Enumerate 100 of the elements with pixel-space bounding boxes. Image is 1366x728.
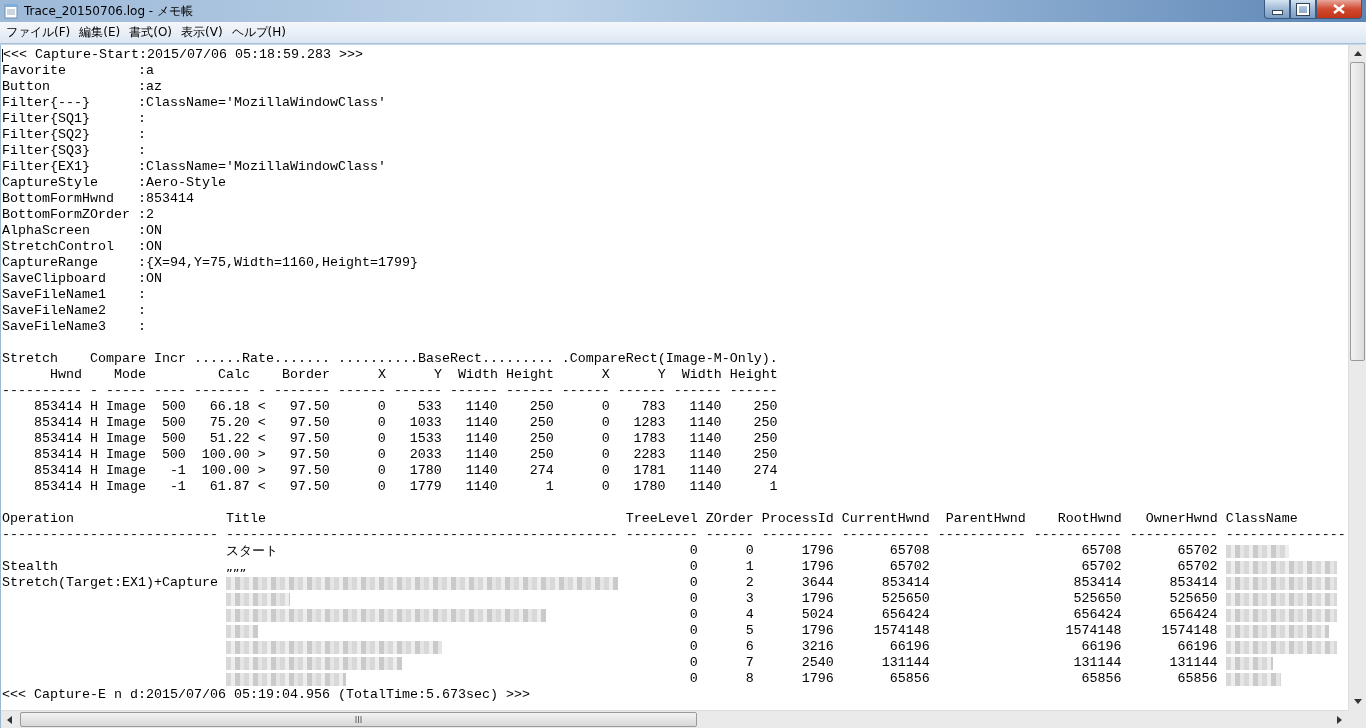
table-cell: 131144 xyxy=(1073,655,1122,671)
setting-value: :ClassName='MozillaWindowClass' xyxy=(137,159,386,175)
table-cell: < xyxy=(257,479,266,495)
table-cell: 65708 xyxy=(889,543,930,559)
table-cell-text: 0 xyxy=(600,415,610,431)
table-cell-text: 97.50 xyxy=(288,447,330,463)
table-cell: 65856 xyxy=(889,671,930,687)
horizontal-scrollbar[interactable] xyxy=(1,710,1348,728)
table-cell-text: 51.22 xyxy=(208,431,250,447)
table-cell-text: 100.00 xyxy=(200,447,250,463)
table-cell: H xyxy=(89,431,98,447)
table-cell: 0 xyxy=(745,543,754,559)
vertical-scrollbar[interactable] xyxy=(1348,45,1366,710)
table-cell-text: 1140 xyxy=(688,399,722,415)
table-cell-text: 0 xyxy=(600,431,610,447)
setting-value: : xyxy=(137,287,146,303)
setting-value: :ON xyxy=(137,239,162,255)
setting-key: BottomFormZOrder xyxy=(2,207,138,223)
table-cell-text: 1780 xyxy=(408,463,442,479)
table-cell-text: 1779 xyxy=(408,479,442,495)
table-cell: 8 xyxy=(745,671,754,687)
table-cell-text: 1781 xyxy=(632,463,666,479)
table-cell: H xyxy=(89,415,98,431)
table-cell: 1574148 xyxy=(873,623,930,639)
setting-key: Filter{EX1} xyxy=(2,159,138,175)
table-cell-text: 0 xyxy=(376,479,386,495)
table-cell: H xyxy=(89,447,98,463)
table-cell: 0 xyxy=(689,575,698,591)
table-cell: 1796 xyxy=(801,559,834,575)
close-icon xyxy=(1333,4,1345,14)
table-cell: 0 xyxy=(689,671,698,687)
table-cell-text: 97.50 xyxy=(288,463,330,479)
table-cell-text: 100.00 xyxy=(200,463,250,479)
table-cell: < xyxy=(257,415,266,431)
table-cell: 853414 xyxy=(1073,575,1122,591)
table-header-line: Operation Title TreeLevel ZOrder ProcessId CurrentHwnd ParentHwnd RootHwnd OwnerHwnd ClassName xyxy=(2,511,1298,527)
setting-value: : xyxy=(137,111,146,127)
table-cell: 3644 xyxy=(801,575,834,591)
table-cell: 131144 xyxy=(881,655,930,671)
table-cell-text: 250 xyxy=(752,431,778,447)
menu-item[interactable]: 書式(O) xyxy=(126,24,179,41)
table-cell: 1796 xyxy=(801,591,834,607)
setting-value: : xyxy=(137,143,146,159)
setting-key: SaveClipboard xyxy=(2,271,138,287)
table-cell-text: 1140 xyxy=(688,431,722,447)
table-cell: 656424 xyxy=(881,607,930,623)
maximize-button[interactable] xyxy=(1290,0,1316,19)
menu-item[interactable]: ヘルプ(H) xyxy=(228,24,292,41)
table-cell-text: 274 xyxy=(528,463,554,479)
table-cell-text: 0 xyxy=(376,463,386,479)
table-cell-text: 66.18 xyxy=(208,399,250,415)
table-cell: Image xyxy=(105,399,146,415)
table-cell: 1796 xyxy=(801,671,834,687)
minimize-button[interactable] xyxy=(1264,0,1290,19)
setting-key: BottomFormHwnd xyxy=(2,191,138,207)
setting-key: Filter{SQ3} xyxy=(2,143,138,159)
table-cell-text: 250 xyxy=(752,415,778,431)
table-cell-text: 0 xyxy=(376,431,386,447)
menu-item[interactable]: ファイル(F) xyxy=(3,24,77,41)
table-cell-text: -1 xyxy=(168,479,186,495)
table-cell: 656424 xyxy=(1073,607,1122,623)
table-cell-text: 0 xyxy=(376,447,386,463)
window-title: Trace_20150706.log - メモ帳 xyxy=(24,2,193,20)
table-cell-text: 2283 xyxy=(632,447,666,463)
scroll-thumb[interactable] xyxy=(1350,62,1365,361)
setting-value: :ClassName='MozillaWindowClass' xyxy=(137,95,386,111)
table-cell: < xyxy=(257,399,266,415)
table-cell: 66196 xyxy=(1177,639,1218,655)
setting-value: :853414 xyxy=(137,191,194,207)
table-cell-text: 1140 xyxy=(464,447,498,463)
table-cell-text: 250 xyxy=(528,431,554,447)
table-cell: 65702 xyxy=(1177,559,1218,575)
setting-key: SaveFileName3 xyxy=(2,319,138,335)
scroll-thumb[interactable] xyxy=(20,712,697,727)
table-cell: 853414 xyxy=(881,575,930,591)
table-cell: 7 xyxy=(745,655,754,671)
table-cell-text: 97.50 xyxy=(288,415,330,431)
table-cell-text: 1140 xyxy=(688,463,722,479)
table-cell: 0 xyxy=(689,623,698,639)
table-cell: 525650 xyxy=(881,591,930,607)
table-cell: > xyxy=(257,447,266,463)
table-cell: 131144 xyxy=(1169,655,1218,671)
setting-key: SaveFileName2 xyxy=(2,303,138,319)
table-cell-text: 61.87 xyxy=(208,479,250,495)
table-cell-text: 250 xyxy=(752,399,778,415)
menu-item[interactable]: 表示(V) xyxy=(178,24,229,41)
table-cell-text: 1140 xyxy=(464,415,498,431)
table-cell-text: 500 xyxy=(160,399,186,415)
close-button[interactable] xyxy=(1316,0,1362,19)
setting-value: :ON xyxy=(137,271,162,287)
menu-item[interactable]: 編集(E) xyxy=(76,24,127,41)
table-cell-text: 250 xyxy=(528,447,554,463)
table-cell: 65856 xyxy=(1177,671,1218,687)
table-cell: 0 xyxy=(689,591,698,607)
table-cell-text: 1140 xyxy=(688,447,722,463)
table-cell: 3216 xyxy=(801,639,834,655)
setting-value: :ON xyxy=(137,223,162,239)
table-cell-text: 0 xyxy=(376,415,386,431)
table-cell: > xyxy=(257,463,266,479)
table-cell: Image xyxy=(105,463,146,479)
